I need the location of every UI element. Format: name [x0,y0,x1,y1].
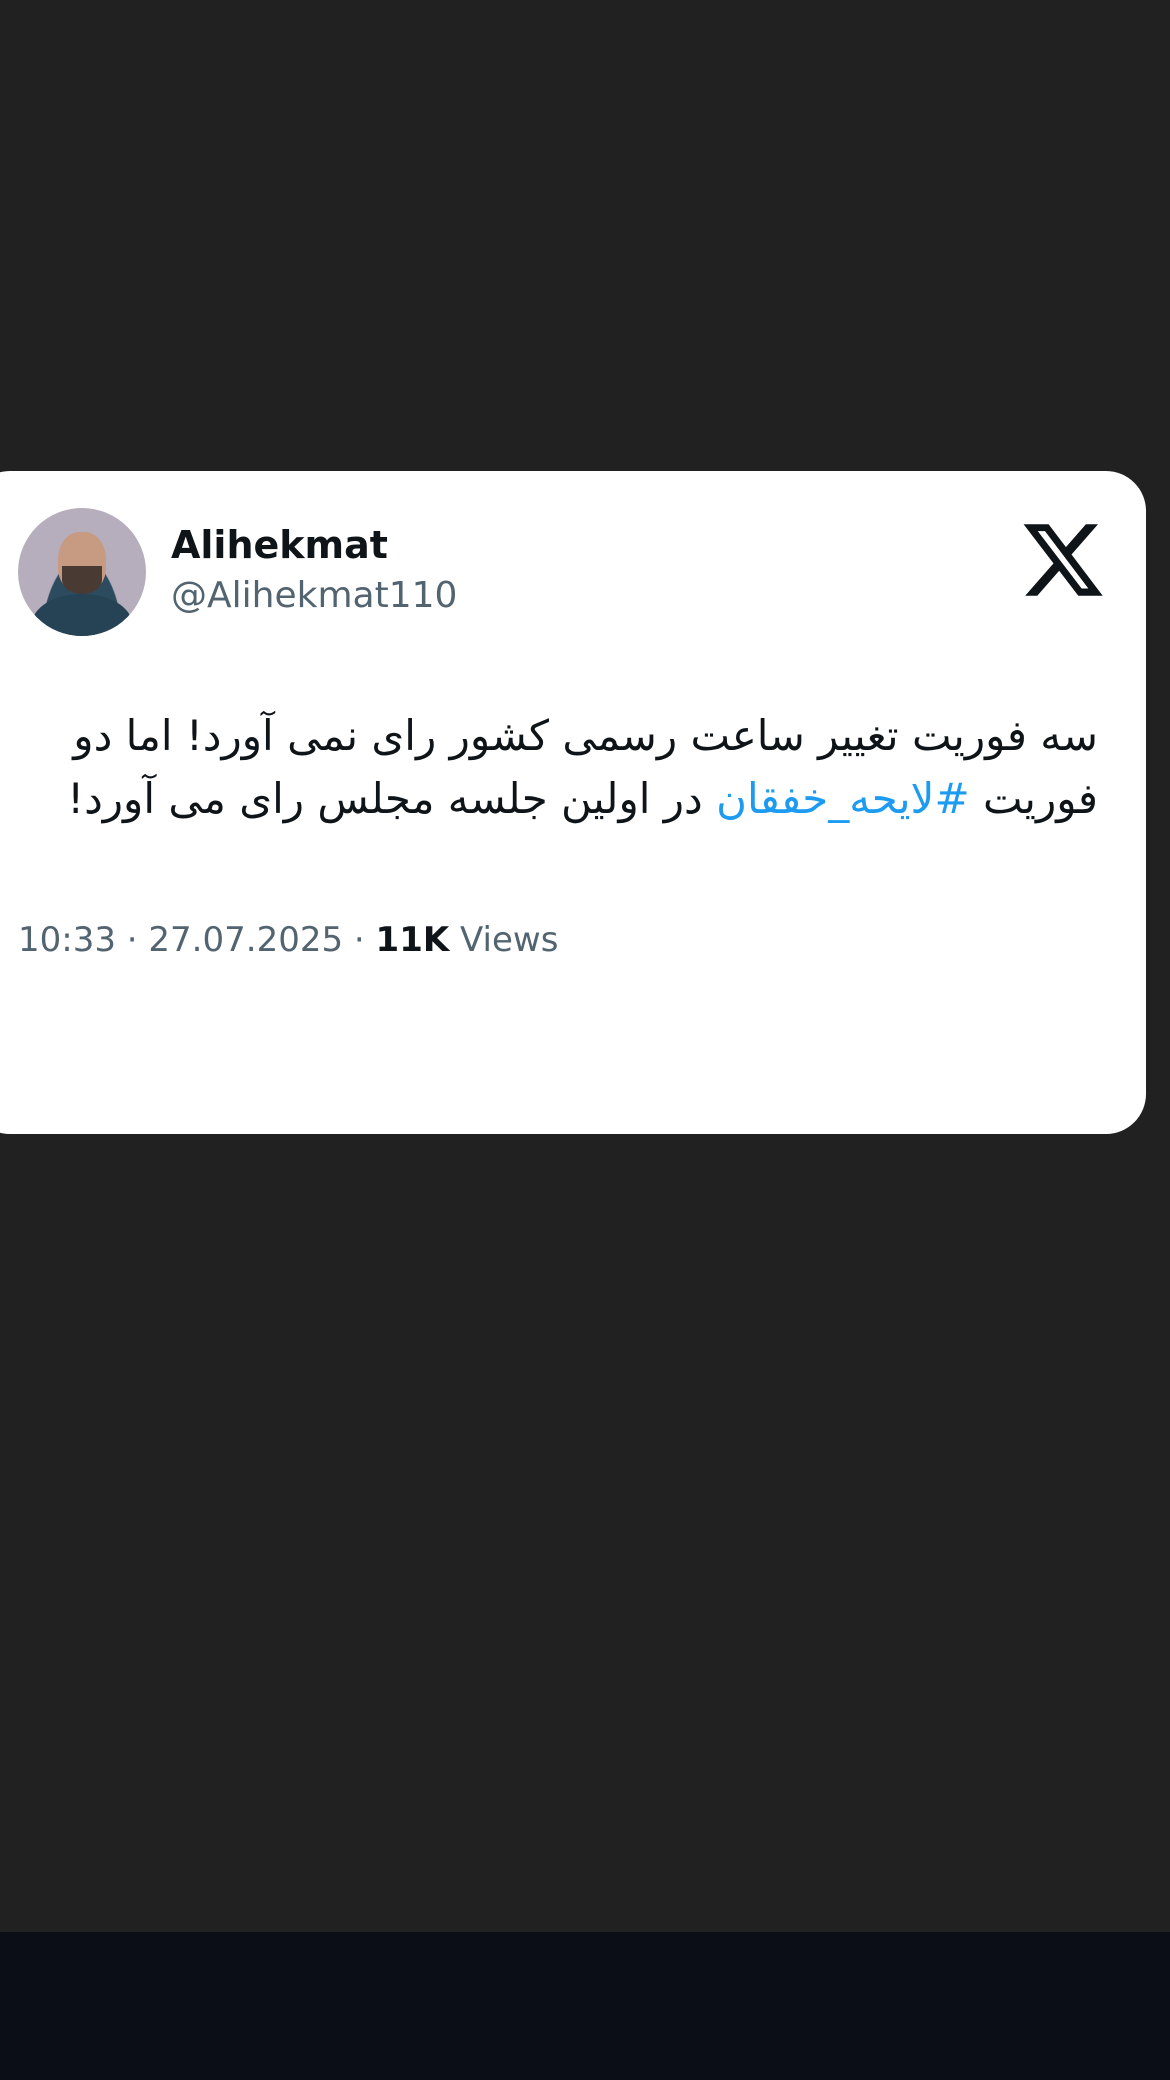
bottom-bar [0,1932,1170,2080]
hashtag-link[interactable]: #لایحه_خفقان [716,774,970,823]
tweet-meta: 10:33 · 27.07.2025 · 11K Views [18,920,558,960]
tweet-text: سه فوریت تغییر ساعت رسمی کشور رای نمی آو… [10,704,1098,830]
user-handle[interactable]: @Alihekmat110 [171,575,457,616]
views-count: 11K [375,920,450,960]
avatar[interactable] [18,508,146,636]
tweet-time[interactable]: 10:33 [18,920,116,960]
meta-separator: · [353,920,365,960]
avatar-body [32,594,132,636]
display-name[interactable]: Alihekmat [171,523,388,567]
x-logo-icon [1023,524,1103,596]
avatar-beard [62,566,102,594]
tweet-date[interactable]: 27.07.2025 [148,920,343,960]
tweet-card: Alihekmat @Alihekmat110 سه فوریت تغییر س… [0,471,1146,1134]
tweet-text-part2: در اولین جلسه مجلس رای می آورد! [67,774,717,823]
views-label: Views [460,920,559,960]
meta-separator: · [126,920,138,960]
